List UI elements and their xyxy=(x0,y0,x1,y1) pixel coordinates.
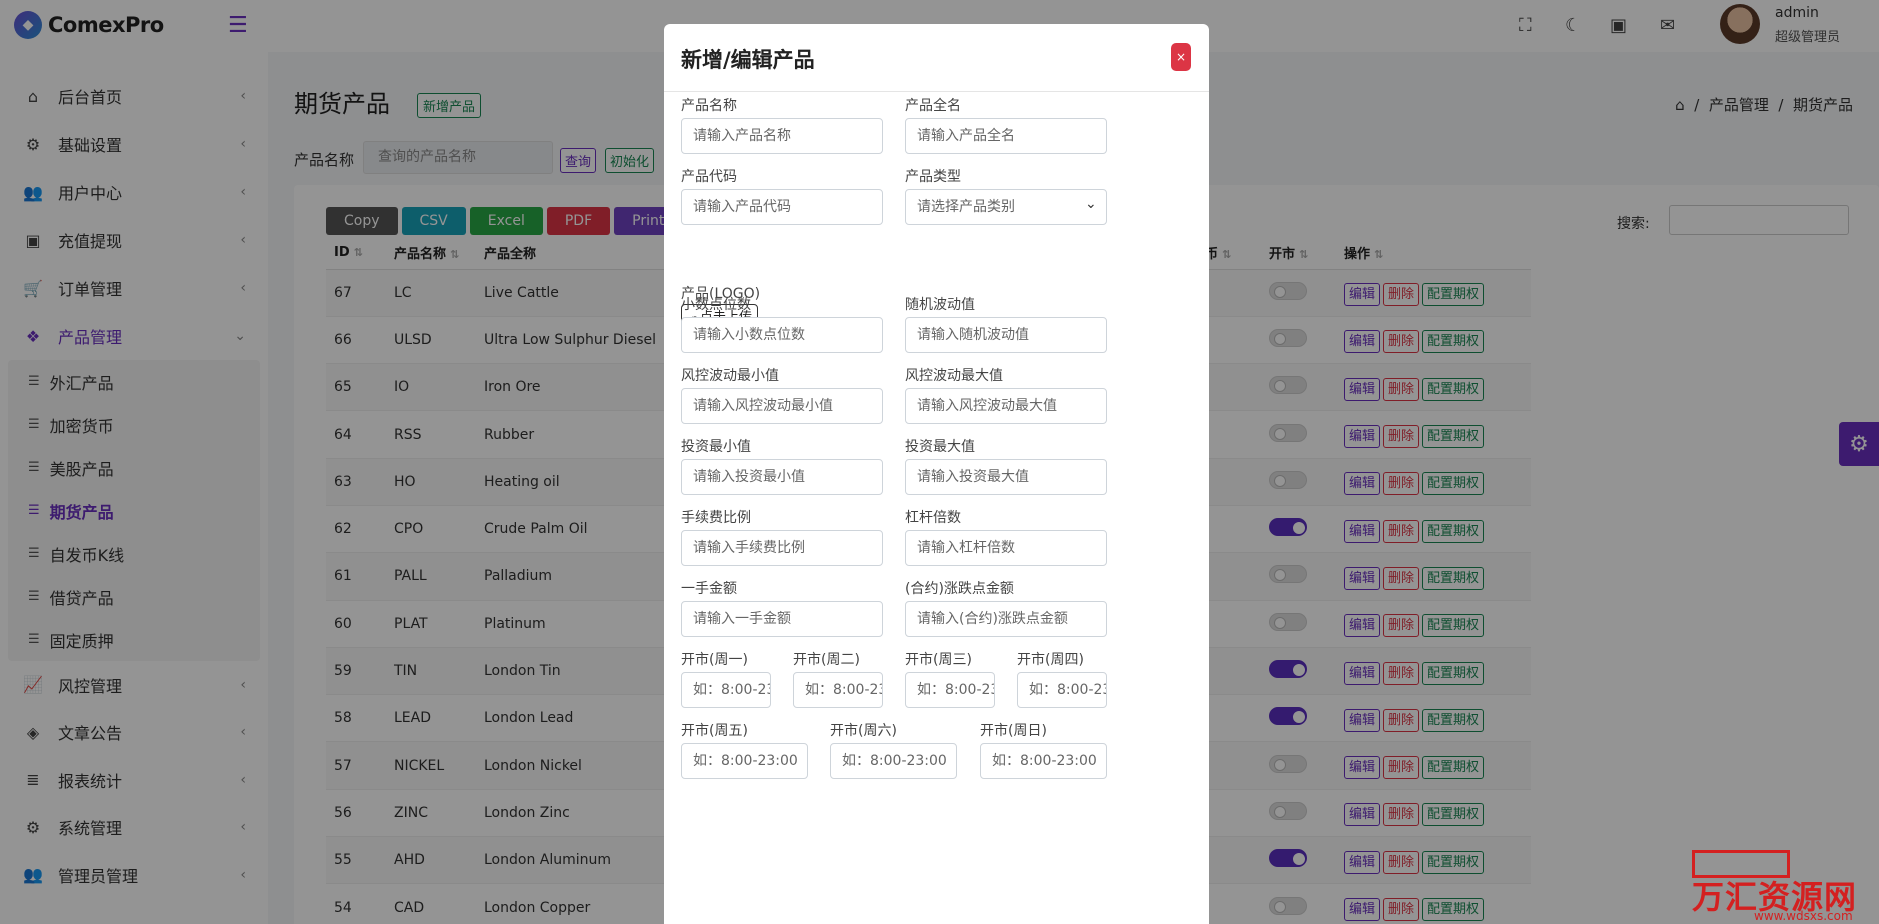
product-type-select[interactable]: 请选择产品类别 xyxy=(905,189,1107,225)
hours-label: 开市(周日) xyxy=(980,723,1047,739)
field-input[interactable]: 请输入随机波动值 xyxy=(905,317,1107,353)
field-label: 手续费比例 xyxy=(681,510,751,526)
field-input[interactable]: 请输入产品名称 xyxy=(681,118,883,154)
product-edit-modal: 新增/编辑产品 × 产品(LOGO) ☁点击上传 产品名称请输入产品名称产品全名… xyxy=(664,24,1209,924)
field-input[interactable]: 请输入投资最大值 xyxy=(905,459,1107,495)
field-input[interactable]: 请输入产品全名 xyxy=(905,118,1107,154)
field-label: 一手金额 xyxy=(681,581,737,597)
hours-label: 开市(周一) xyxy=(681,652,748,668)
field-label: 产品代码 xyxy=(681,169,737,185)
field-label: (合约)涨跌点金额 xyxy=(905,581,1014,597)
modal-title: 新增/编辑产品 xyxy=(681,48,815,72)
field-label: 产品名称 xyxy=(681,98,737,114)
field-label: 小数点位数 xyxy=(681,297,751,313)
close-button[interactable]: × xyxy=(1171,43,1191,71)
field-input[interactable]: 请输入风控波动最大值 xyxy=(905,388,1107,424)
field-input[interactable]: 请输入小数点位数 xyxy=(681,317,883,353)
field-input[interactable]: 请输入一手金额 xyxy=(681,601,883,637)
watermark: 万汇资源网 www.wdsxs.com xyxy=(1692,850,1879,924)
hours-input[interactable]: 如：8:00-23:00 xyxy=(980,743,1107,779)
field-label: 投资最大值 xyxy=(905,439,975,455)
field-label: 随机波动值 xyxy=(905,297,975,313)
field-label: 风控波动最小值 xyxy=(681,368,779,384)
field-label: 风控波动最大值 xyxy=(905,368,1003,384)
field-label: 产品全名 xyxy=(905,98,961,114)
hours-label: 开市(周四) xyxy=(1017,652,1084,668)
hours-input[interactable]: 如：8:00-23: xyxy=(793,672,883,708)
field-input[interactable]: 请输入产品代码 xyxy=(681,189,883,225)
field-label: 投资最小值 xyxy=(681,439,751,455)
hours-label: 开市(周六) xyxy=(830,723,897,739)
hours-input[interactable]: 如：8:00-23:00 xyxy=(830,743,957,779)
hours-label: 开市(周二) xyxy=(793,652,860,668)
hours-label: 开市(周五) xyxy=(681,723,748,739)
field-input[interactable]: 请输入(合约)涨跌点金额 xyxy=(905,601,1107,637)
watermark-url: www.wdsxs.com xyxy=(1754,909,1853,923)
field-label: 杠杆倍数 xyxy=(905,510,961,526)
hours-input[interactable]: 如：8:00-23: xyxy=(905,672,995,708)
chevron-down-icon: ⌄ xyxy=(1085,196,1097,212)
hours-input[interactable]: 如：8:00-23: xyxy=(1017,672,1107,708)
hours-input[interactable]: 如：8:00-23:00 xyxy=(681,743,808,779)
field-input[interactable]: 请输入杠杆倍数 xyxy=(905,530,1107,566)
hours-input[interactable]: 如：8:00-23: xyxy=(681,672,771,708)
field-input[interactable]: 请输入手续费比例 xyxy=(681,530,883,566)
field-input[interactable]: 请输入投资最小值 xyxy=(681,459,883,495)
hours-label: 开市(周三) xyxy=(905,652,972,668)
field-input[interactable]: 请输入风控波动最小值 xyxy=(681,388,883,424)
modal-header: 新增/编辑产品 × xyxy=(664,24,1209,92)
field-label: 产品类型 xyxy=(905,169,961,185)
